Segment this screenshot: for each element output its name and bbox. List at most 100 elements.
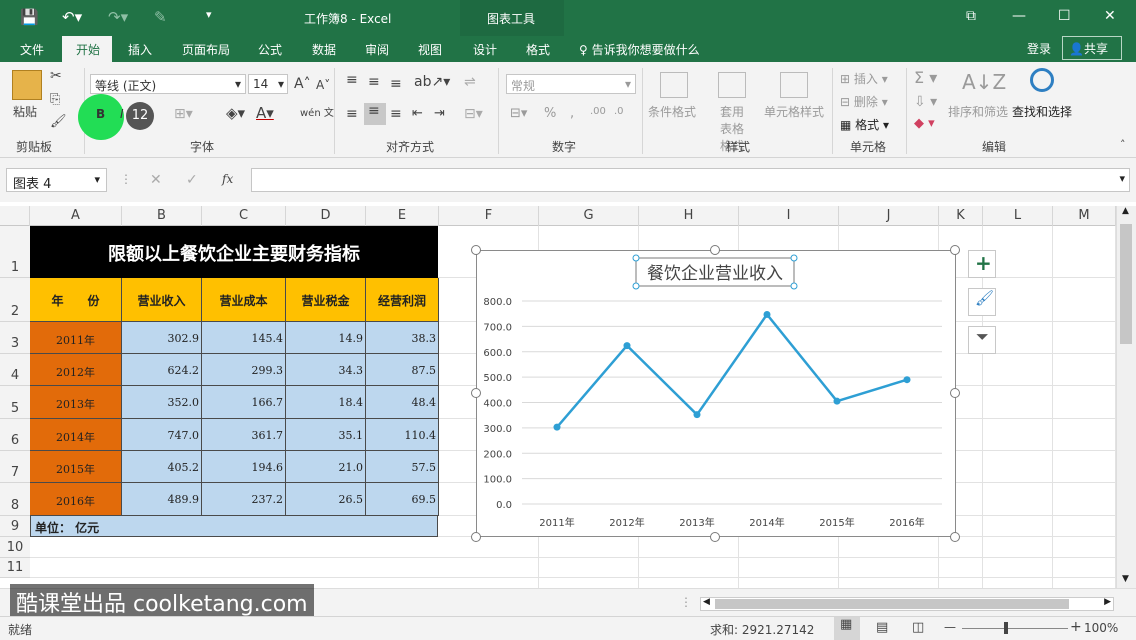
header-cell[interactable]: 年 份: [30, 278, 122, 322]
format-painter-qat-icon[interactable]: ✎: [154, 8, 167, 26]
column-header-b[interactable]: B: [122, 206, 202, 226]
decrease-decimal-icon[interactable]: .0: [614, 106, 624, 117]
value-cell[interactable]: 361.7: [202, 419, 286, 451]
column-header-e[interactable]: E: [366, 206, 439, 226]
name-box[interactable]: 图表 4 ▾: [6, 168, 107, 192]
resize-handle[interactable]: [950, 532, 960, 542]
header-cell[interactable]: 营业税金: [286, 278, 366, 322]
fill-icon[interactable]: ⇩ ▾: [914, 94, 937, 110]
percent-icon[interactable]: %: [544, 106, 556, 121]
minimize-icon[interactable]: —: [1012, 8, 1026, 24]
vertical-scroll-thumb[interactable]: [1120, 224, 1132, 344]
value-cell[interactable]: 405.2: [122, 451, 202, 483]
column-header-d[interactable]: D: [286, 206, 366, 226]
tab-view[interactable]: 视图: [418, 41, 442, 58]
cancel-icon[interactable]: ✕: [150, 172, 162, 188]
value-cell[interactable]: 110.4: [366, 419, 439, 451]
column-header-l[interactable]: L: [983, 206, 1053, 226]
copy-icon[interactable]: ⎘: [50, 92, 60, 107]
column-header-a[interactable]: A: [30, 206, 122, 226]
scroll-left-icon[interactable]: ◀: [703, 597, 710, 607]
sheet-title-cell[interactable]: 限额以上餐饮企业主要财务指标: [30, 226, 438, 278]
resize-handle[interactable]: [471, 388, 481, 398]
tab-data[interactable]: 数据: [312, 41, 336, 58]
align-right-icon[interactable]: ≡: [390, 106, 402, 122]
row-header-5[interactable]: 5: [0, 386, 30, 419]
function-icon[interactable]: fx: [222, 172, 233, 186]
merge-center-icon[interactable]: ⊟▾: [464, 106, 483, 122]
tab-review[interactable]: 审阅: [365, 41, 389, 58]
scroll-right-icon[interactable]: ▶: [1104, 597, 1111, 607]
page-break-view-icon[interactable]: ◫: [912, 620, 924, 635]
zoom-slider[interactable]: [962, 628, 1068, 629]
redo-icon[interactable]: ↷▾: [108, 8, 128, 26]
fill-color-icon[interactable]: ◈▾: [226, 104, 245, 122]
zoom-in-icon[interactable]: +: [1070, 619, 1082, 635]
align-center-icon[interactable]: ≡: [364, 103, 386, 125]
login-link[interactable]: 登录: [1027, 40, 1051, 57]
enter-icon[interactable]: ✓: [186, 172, 198, 188]
horizontal-scrollbar[interactable]: ◀ ▶: [700, 597, 1114, 611]
year-cell[interactable]: 2015年: [30, 451, 122, 483]
tab-insert[interactable]: 插入: [128, 41, 152, 58]
accounting-format-icon[interactable]: ⊟▾: [510, 106, 527, 121]
decrease-font-icon[interactable]: A˅: [316, 78, 330, 92]
undo-icon[interactable]: ↶▾: [62, 8, 82, 26]
zoom-slider-thumb[interactable]: [1004, 622, 1008, 634]
row-header-1[interactable]: 1: [0, 226, 30, 278]
value-cell[interactable]: 69.5: [366, 483, 439, 516]
resize-handle[interactable]: [471, 532, 481, 542]
chart-area[interactable]: 0.0 100.0 200.0 300.0 400.0 500.0 600.0 700.0 80…: [476, 250, 956, 537]
value-cell[interactable]: 87.5: [366, 354, 439, 386]
value-cell[interactable]: 352.0: [122, 386, 202, 419]
paste-icon[interactable]: [12, 70, 42, 100]
tab-formulas[interactable]: 公式: [258, 41, 282, 58]
value-cell[interactable]: 747.0: [122, 419, 202, 451]
formula-input[interactable]: ▾: [251, 168, 1130, 192]
header-cell[interactable]: 经营利润: [366, 278, 439, 322]
chart-filters-button[interactable]: ⏷: [968, 326, 996, 354]
value-cell[interactable]: 21.0: [286, 451, 366, 483]
wrap-text-icon[interactable]: ⇌: [464, 74, 476, 90]
orientation-icon[interactable]: ab↗▾: [414, 74, 450, 90]
column-header-j[interactable]: J: [839, 206, 939, 226]
increase-decimal-icon[interactable]: .00: [590, 106, 606, 117]
number-format-dropdown[interactable]: 常规 ▾: [506, 74, 636, 94]
value-cell[interactable]: 166.7: [202, 386, 286, 419]
ribbon-display-icon[interactable]: ⧉: [966, 8, 976, 24]
tab-home[interactable]: 开始: [76, 41, 100, 58]
scroll-up-icon[interactable]: ▲: [1122, 206, 1129, 216]
align-left-icon[interactable]: ≡: [346, 106, 358, 122]
align-top-icon[interactable]: ≡: [346, 72, 358, 88]
sort-filter-button[interactable]: 排序和筛选: [948, 103, 1008, 120]
insert-cells-button[interactable]: ⊞ 插入 ▾: [840, 70, 888, 87]
chart-styles-button[interactable]: 🖌: [968, 288, 996, 316]
cut-icon[interactable]: ✂: [50, 68, 62, 84]
phonetic-icon[interactable]: wén 文: [300, 104, 334, 119]
zoom-out-icon[interactable]: —: [944, 620, 956, 634]
vertical-scrollbar[interactable]: ▲ ▼: [1116, 206, 1136, 588]
value-cell[interactable]: 489.9: [122, 483, 202, 516]
column-header-m[interactable]: M: [1053, 206, 1116, 226]
autosum-icon[interactable]: Σ ▾: [914, 68, 937, 87]
value-cell[interactable]: 35.1: [286, 419, 366, 451]
share-button[interactable]: 👤共享: [1062, 36, 1122, 60]
align-middle-icon[interactable]: ≡: [368, 74, 380, 90]
column-header-k[interactable]: K: [939, 206, 983, 226]
column-header-h[interactable]: H: [639, 206, 739, 226]
value-cell[interactable]: 145.4: [202, 322, 286, 354]
cell-styles-button[interactable]: 单元格样式: [764, 103, 824, 120]
conditional-format-button[interactable]: 条件格式: [648, 103, 696, 120]
year-cell[interactable]: 2013年: [30, 386, 122, 419]
clear-icon[interactable]: ◆ ▾: [914, 116, 935, 131]
border-icon[interactable]: ⊞▾: [174, 106, 193, 122]
unit-cell[interactable]: 单位： 亿元: [30, 516, 438, 537]
resize-handle[interactable]: [471, 245, 481, 255]
row-header-4[interactable]: 4: [0, 354, 30, 386]
column-header-i[interactable]: I: [739, 206, 839, 226]
row-header-2[interactable]: 2: [0, 278, 30, 322]
row-header-11[interactable]: 11: [0, 558, 30, 578]
zoom-level[interactable]: 100%: [1084, 621, 1118, 635]
value-cell[interactable]: 38.3: [366, 322, 439, 354]
increase-font-icon[interactable]: A˄: [294, 76, 311, 92]
